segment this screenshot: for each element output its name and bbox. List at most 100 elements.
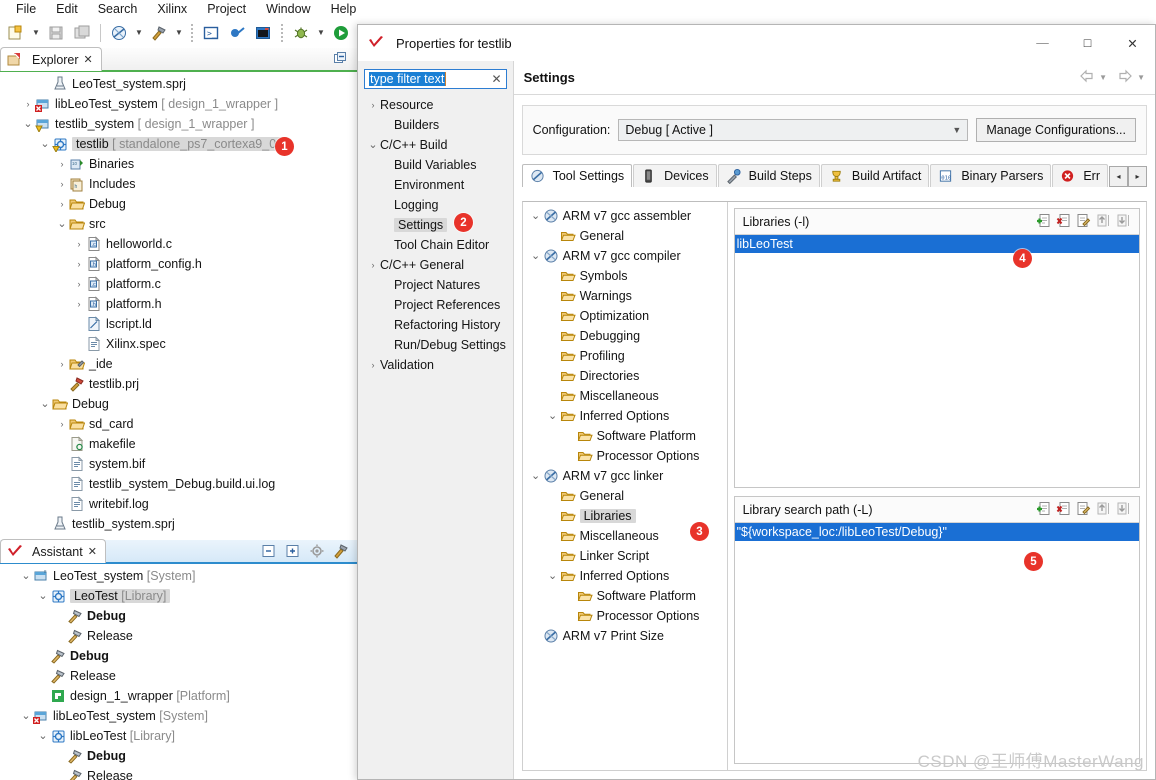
tool-tree-row[interactable]: ⌄ ARM v7 gcc linker xyxy=(523,466,727,486)
chevron-down-icon[interactable]: ⌄ xyxy=(529,211,543,222)
tool-tree-row[interactable]: Linker Script xyxy=(523,546,727,566)
dialog-nav-row[interactable]: Tool Chain Editor xyxy=(364,235,513,255)
explorer-tree-row[interactable]: ⌄ src xyxy=(0,214,357,234)
explorer-tree-row[interactable]: › Debug xyxy=(0,194,357,214)
tab-binary-parsers[interactable]: 010 Binary Parsers xyxy=(930,164,1052,187)
dialog-nav-row[interactable]: Logging xyxy=(364,195,513,215)
chevron-down-icon[interactable]: ⌄ xyxy=(38,139,52,150)
chevron-down-icon[interactable]: ⌄ xyxy=(19,711,33,722)
assistant-tree-row[interactable]: Debug xyxy=(0,606,357,626)
tool-tree-row[interactable]: Optimization xyxy=(523,306,727,326)
dialog-nav-row[interactable]: Project References xyxy=(364,295,513,315)
explorer-tree-row[interactable]: testlib_system_Debug.build.ui.log xyxy=(0,474,357,494)
chevron-right-icon[interactable]: › xyxy=(366,360,380,370)
dialog-nav-tree[interactable]: › Resource Builders ⌄ C/C++ Build Build Varia… xyxy=(364,95,513,375)
chevron-down-icon[interactable]: ⌄ xyxy=(529,251,543,262)
dialog-nav-row[interactable]: › Validation xyxy=(364,355,513,375)
maximize-button[interactable]: □ xyxy=(1065,25,1110,61)
debug-icon[interactable] xyxy=(289,21,313,45)
dialog-nav-row[interactable]: Refactoring History xyxy=(364,315,513,335)
explorer-tree-row[interactable]: › _ide xyxy=(0,354,357,374)
tab-scroll-right-button[interactable]: ▸ xyxy=(1128,166,1147,187)
explorer-tree-row[interactable]: › libLeoTest_system [ design_1_wrapper ] xyxy=(0,94,357,114)
minimize-button[interactable]: — xyxy=(1020,25,1065,61)
tab-build-artifact[interactable]: Build Artifact xyxy=(820,164,930,187)
menu-item-help[interactable]: Help xyxy=(321,1,367,17)
chevron-down-icon[interactable]: ⌄ xyxy=(366,140,380,151)
chevron-right-icon[interactable]: › xyxy=(72,299,86,309)
chevron-right-icon[interactable]: › xyxy=(55,179,69,189)
explorer-tree-row[interactable]: ⌄ testlib [ standalone_ps7_cortexa9_0 ] xyxy=(0,134,357,154)
debug-dropdown-icon[interactable]: ▼ xyxy=(315,21,327,45)
settings-gear-icon[interactable] xyxy=(309,543,325,559)
chevron-right-icon[interactable]: › xyxy=(72,239,86,249)
new-icon[interactable] xyxy=(4,21,28,45)
library-search-path-list-item[interactable]: "${workspace_loc:/libLeoTest/Debug}" xyxy=(734,523,1139,541)
libraries-list-item[interactable]: libLeoTest xyxy=(734,235,1139,253)
move-up-icon[interactable] xyxy=(1096,213,1111,231)
tab-build-steps[interactable]: Build Steps xyxy=(717,164,820,187)
tool-tree-row[interactable]: Miscellaneous xyxy=(523,386,727,406)
configuration-select[interactable]: Debug [ Active ] ▼ xyxy=(618,119,969,141)
chevron-right-icon[interactable]: › xyxy=(72,279,86,289)
tool-settings-tree[interactable]: ⌄ ARM v7 gcc assembler General ⌄ ARM v7 gcc … xyxy=(523,202,728,770)
explorer-tree-row[interactable]: lscript.ld xyxy=(0,314,357,334)
assistant-tree-row[interactable]: Release xyxy=(0,626,357,646)
build-icon[interactable] xyxy=(147,21,171,45)
explorer-tree-row[interactable]: system.bif xyxy=(0,454,357,474)
tool-tree-row[interactable]: Software Platform xyxy=(523,426,727,446)
tool-tree-row[interactable]: ⌄ ARM v7 gcc compiler xyxy=(523,246,727,266)
settings-tab-strip[interactable]: Tool Settings Devices Build Steps Build Art… xyxy=(521,163,1147,187)
explorer-tree-row[interactable]: ⌄ testlib_system [ design_1_wrapper ] xyxy=(0,114,357,134)
terminal-icon[interactable]: >_ xyxy=(199,21,223,45)
tool-tree-row[interactable]: General xyxy=(523,486,727,506)
expand-all-icon[interactable] xyxy=(285,543,301,559)
assistant-tree-row[interactable]: ⌄ libLeoTest [Library] xyxy=(0,726,357,746)
dialog-nav-row[interactable]: › C/C++ General xyxy=(364,255,513,275)
tool-tree-row[interactable]: Symbols xyxy=(523,266,727,286)
assistant-tree-row[interactable]: Release xyxy=(0,666,357,686)
tool-tree-row[interactable]: ⌄ Inferred Options xyxy=(523,566,727,586)
library-search-path-list[interactable]: "${workspace_loc:/libLeoTest/Debug}" xyxy=(734,523,1139,763)
edit-icon[interactable] xyxy=(1076,501,1091,519)
assistant-tree-row[interactable]: Release xyxy=(0,766,357,780)
explorer-tree-row[interactable]: › .c platform.c xyxy=(0,274,357,294)
chevron-down-icon[interactable]: ⌄ xyxy=(36,731,50,742)
assistant-tree-row[interactable]: ⌄ libLeoTest_system [System] xyxy=(0,706,357,726)
tool-tree-row[interactable]: ⌄ Inferred Options xyxy=(523,406,727,426)
build-hammer-icon[interactable] xyxy=(333,543,349,559)
tool-tree-row[interactable]: Directories xyxy=(523,366,727,386)
explorer-tree-row[interactable]: makefile xyxy=(0,434,357,454)
chevron-down-icon[interactable]: ⌄ xyxy=(21,119,35,130)
dialog-nav-row[interactable]: Builders xyxy=(364,115,513,135)
explorer-tree-row[interactable]: Xilinx.spec xyxy=(0,334,357,354)
add-icon[interactable] xyxy=(1036,501,1051,519)
chevron-right-icon[interactable]: › xyxy=(21,99,35,109)
chevron-down-icon[interactable]: ⌄ xyxy=(19,571,33,582)
explorer-tree-row[interactable]: › 10 Binaries xyxy=(0,154,357,174)
close-button[interactable]: ✕ xyxy=(1110,25,1155,61)
explorer-tree-row[interactable]: LeoTest_system.sprj xyxy=(0,74,357,94)
assistant-tree-row[interactable]: design_1_wrapper [Platform] xyxy=(0,686,357,706)
close-icon[interactable]: ✕ xyxy=(84,53,93,66)
explorer-tree-row[interactable]: writebif.log xyxy=(0,494,357,514)
explorer-tree-row[interactable]: ⌄ Debug xyxy=(0,394,357,414)
close-icon[interactable]: ✕ xyxy=(88,545,97,558)
add-icon[interactable] xyxy=(1036,213,1051,231)
tool-tree-row[interactable]: General xyxy=(523,226,727,246)
tool-tree-row[interactable]: Profiling xyxy=(523,346,727,366)
dialog-nav-row[interactable]: ⌄ C/C++ Build xyxy=(364,135,513,155)
libraries-list[interactable]: libLeoTest xyxy=(734,235,1139,487)
console-icon[interactable] xyxy=(251,21,275,45)
menu-item-window[interactable]: Window xyxy=(256,1,320,17)
build-dropdown-icon[interactable]: ▼ xyxy=(173,21,185,45)
menu-item-search[interactable]: Search xyxy=(88,1,148,17)
assistant-tree-row[interactable]: ⌄ s LeoTest_system [System] xyxy=(0,566,357,586)
explorer-tree-row[interactable]: › h Includes xyxy=(0,174,357,194)
manage-configurations-button[interactable]: Manage Configurations... xyxy=(976,118,1136,142)
explorer-tree-row[interactable]: › sd_card xyxy=(0,414,357,434)
back-dropdown-icon[interactable]: ▼ xyxy=(1099,73,1107,82)
move-down-icon[interactable] xyxy=(1116,501,1131,519)
filter-input[interactable]: type filter text ✕ xyxy=(364,69,507,89)
tab-devices[interactable]: Devices xyxy=(633,164,717,187)
